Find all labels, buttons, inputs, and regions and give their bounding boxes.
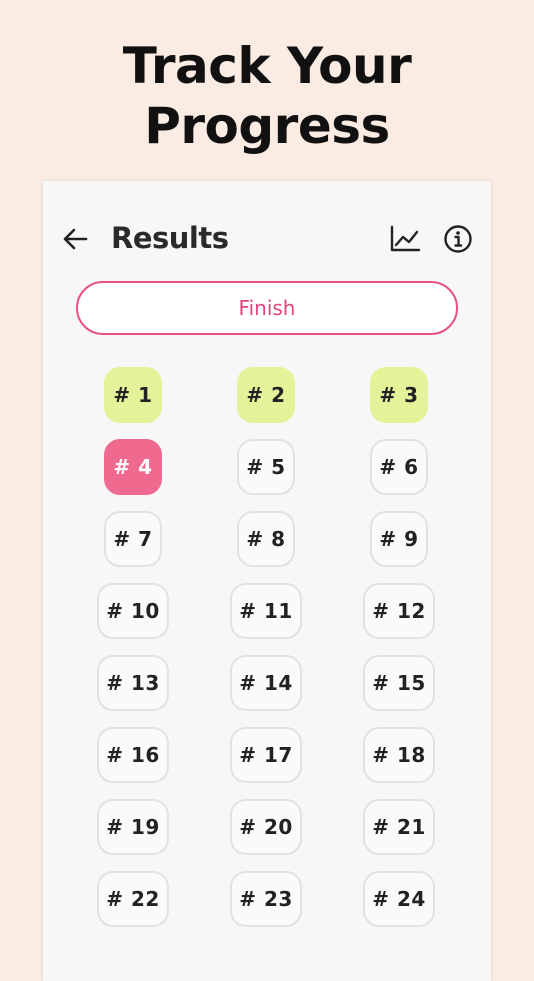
round-button[interactable]: # 3 [370,367,428,423]
round-button[interactable]: # 13 [97,655,169,711]
page-title: Results [111,221,229,255]
rounds-row: # 10 # 11 # 12 [43,583,491,655]
round-button[interactable]: # 23 [230,871,302,927]
finish-button[interactable]: Finish [76,281,458,335]
phone-screen: Results Finish # 1 # 2 # 3 # 4 # 5 # 6 # 7 # 8 #… [43,181,491,981]
round-button[interactable]: # 1 [104,367,162,423]
round-button[interactable]: # 7 [104,511,162,567]
rounds-row: # 4 # 5 # 6 [43,439,491,511]
rounds-grid: # 1 # 2 # 3 # 4 # 5 # 6 # 7 # 8 # 9 # 10 # 11 # 12 #… [43,367,491,943]
round-button[interactable]: # 21 [363,799,435,855]
rounds-row: # 7 # 8 # 9 [43,511,491,583]
back-button[interactable] [59,223,91,255]
round-button[interactable]: # 20 [230,799,302,855]
round-button[interactable]: # 24 [363,871,435,927]
rounds-row: # 16 # 17 # 18 [43,727,491,799]
info-button[interactable] [441,221,475,257]
chart-button[interactable] [387,221,423,257]
round-button[interactable]: # 18 [363,727,435,783]
round-button[interactable]: # 12 [363,583,435,639]
promo-line-2: Progress [144,97,390,155]
rounds-row: # 22 # 23 # 24 [43,871,491,943]
round-button[interactable]: # 2 [237,367,295,423]
round-button[interactable]: # 11 [230,583,302,639]
round-button[interactable]: # 15 [363,655,435,711]
app-header: Results [43,181,491,293]
round-button[interactable]: # 14 [230,655,302,711]
promo-line-1: Track Your [122,37,412,95]
round-button[interactable]: # 4 [104,439,162,495]
round-button[interactable]: # 22 [97,871,169,927]
line-chart-icon [390,225,421,252]
info-circle-icon [444,225,472,253]
round-button[interactable]: # 17 [230,727,302,783]
round-button[interactable]: # 10 [97,583,169,639]
round-button[interactable]: # 5 [237,439,295,495]
rounds-row: # 19 # 20 # 21 [43,799,491,871]
round-button[interactable]: # 16 [97,727,169,783]
rounds-row: # 1 # 2 # 3 [43,367,491,439]
rounds-row: # 13 # 14 # 15 [43,655,491,727]
arrow-left-icon [63,228,88,250]
promo-headline: Track Your Progress [0,36,534,156]
round-button[interactable]: # 9 [370,511,428,567]
round-button[interactable]: # 19 [97,799,169,855]
round-button[interactable]: # 6 [370,439,428,495]
round-button[interactable]: # 8 [237,511,295,567]
